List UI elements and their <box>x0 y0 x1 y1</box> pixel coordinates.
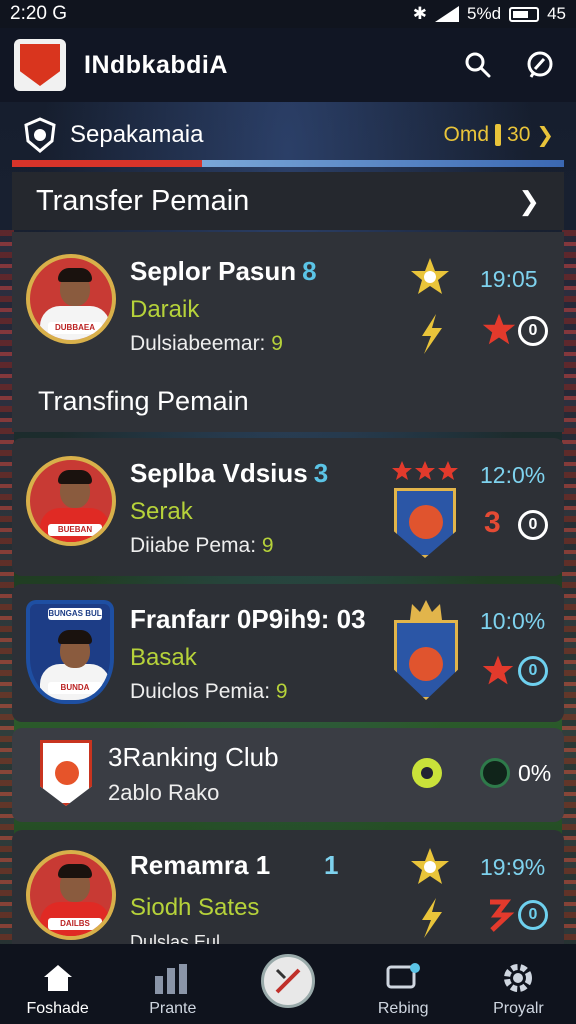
player-name: Remamra 1 <box>130 850 271 880</box>
nav-item-stats[interactable]: Prante <box>115 944 230 1024</box>
player-card[interactable]: BUNGAS BUL BUNDA Franfarr 0P9ih9: 03 Bas… <box>12 584 564 722</box>
whistle-icon <box>275 968 301 994</box>
club-crest-icon <box>394 488 456 558</box>
league-subheader[interactable]: Sepakamaia Omd 30 ❯ <box>12 110 564 160</box>
status-bar: 2:20 G ✱ 5%d 45 <box>0 0 576 28</box>
red-star-icon <box>482 313 516 345</box>
player-card[interactable]: DAILBS Remamra 1 1 Siodh Sates Dulslas E… <box>12 830 564 952</box>
nav-label: Foshade <box>26 1000 89 1017</box>
chat-button[interactable] <box>518 43 562 87</box>
nav-item-ranking[interactable]: Rebing <box>346 944 461 1024</box>
ranking-club-badge-icon <box>40 740 92 806</box>
player-number: 1 <box>324 850 339 880</box>
nav-item-center[interactable] <box>230 944 345 1024</box>
score-indicator[interactable]: 0 <box>518 316 548 346</box>
search-icon <box>465 52 491 78</box>
lightning-icon <box>422 898 442 938</box>
nav-item-home[interactable]: Foshade <box>0 944 115 1024</box>
league-name: Sepakamaia <box>70 121 204 148</box>
battery-level: 45 <box>547 4 566 23</box>
chat-icon <box>527 51 553 78</box>
player-card[interactable]: BUEBAN Seplba Vdsius 3 Serak Diiabe Pema:… <box>12 438 564 576</box>
player-avatar: DUBBAEA <box>26 254 116 344</box>
player-name: Seplor Pasun 8 <box>130 256 317 286</box>
star-badge-icon <box>411 848 449 884</box>
signal-text: 5%d <box>467 4 502 23</box>
player-meta: Diiabe Pema: 9 <box>130 534 274 557</box>
gear-icon <box>504 964 533 992</box>
player-position: Serak <box>130 498 193 525</box>
lightning-icon <box>422 314 442 354</box>
avatar-tag: BUNDA <box>48 682 102 694</box>
club-crest-icon <box>394 620 458 700</box>
ranking-title: 3Ranking Club <box>108 742 279 772</box>
score-indicator[interactable]: 0 <box>518 656 548 686</box>
ball-icon <box>412 758 442 788</box>
score-indicator[interactable]: 0 <box>518 900 548 930</box>
match-time: 19:05 <box>480 266 538 292</box>
ranking-status-icon <box>480 758 510 788</box>
ranking-subtitle: 2ablo Rako <box>108 780 220 805</box>
avatar-tag: DUBBAEA <box>48 322 102 334</box>
match-time: 10:0% <box>480 608 546 634</box>
logo-shield-icon <box>20 44 60 86</box>
app-logo[interactable] <box>14 39 66 91</box>
nav-item-profile[interactable]: Proyalr <box>461 944 576 1024</box>
chevron-right-icon: ❯ <box>536 123 554 147</box>
avatar-tag: DAILBS <box>48 918 102 930</box>
match-time: 12:0% <box>480 462 546 488</box>
league-filter-count: 30 <box>507 123 531 146</box>
score-indicator[interactable]: 0 <box>518 510 548 540</box>
ranking-value: 0% <box>518 760 552 786</box>
shield-title: BUNGAS BUL <box>48 608 102 620</box>
nav-label: Prante <box>149 1000 197 1017</box>
app-header: INdbkabdiA <box>0 28 576 102</box>
player-position: Basak <box>130 644 197 671</box>
center-action-button[interactable] <box>261 954 315 1008</box>
ranking-club-card[interactable]: 3Ranking Club 2ablo Rako 0% <box>12 728 564 822</box>
message-icon <box>386 963 421 989</box>
status-time: 2:20 G <box>10 3 68 24</box>
section-title: Transfer Pemain <box>36 184 250 217</box>
player-position: Siodh Sates <box>130 894 260 921</box>
red-star-icon <box>482 655 514 685</box>
player-meta: Duiclos Pemia: 9 <box>130 680 288 703</box>
accent-strip <box>12 160 564 167</box>
divider-icon <box>495 124 502 146</box>
player-avatar: BUNGAS BUL BUNDA <box>26 600 114 704</box>
status-icons: ✱ 5%d 45 <box>413 4 566 24</box>
stadium-background-right <box>562 230 576 950</box>
nav-label: Rebing <box>377 1000 429 1017</box>
star-badge-icon <box>411 258 449 294</box>
player-position: Daraik <box>130 296 200 323</box>
bottom-navigation: Foshade Prante Rebing Proyalr <box>0 944 576 1024</box>
app-title: INdbkabdiA <box>84 50 228 79</box>
player-number: 3 <box>313 458 329 488</box>
search-button[interactable] <box>456 43 500 87</box>
avatar-tag: BUEBAN <box>48 524 102 536</box>
player-number: 8 <box>302 256 317 286</box>
wifi-icon <box>435 6 460 22</box>
league-filter-label: Omd <box>443 123 490 146</box>
nav-label: Proyalr <box>493 1000 544 1017</box>
chart-icon <box>154 964 187 994</box>
player-meta: Dulsiabeemar: 9 <box>130 332 283 355</box>
match-time: 19:9% <box>480 854 546 880</box>
player-name: Seplba Vdsius 3 <box>130 458 329 488</box>
battery-icon <box>509 6 540 22</box>
swap-icon <box>490 899 515 932</box>
goal-count: 3 <box>484 506 501 539</box>
subsection-label: Transfing Pemain <box>38 386 249 416</box>
player-avatar: DAILBS <box>26 850 116 940</box>
player-name: Franfarr 0P9ih9: 03 <box>130 604 366 634</box>
player-avatar: BUEBAN <box>26 456 116 546</box>
chevron-right-icon: ❯ <box>518 185 540 216</box>
crown-icon <box>410 600 442 620</box>
bluetooth-icon: ✱ <box>412 4 428 23</box>
league-filter[interactable]: Omd 30 ❯ <box>444 123 554 148</box>
home-icon <box>43 965 72 991</box>
league-emblem-icon <box>24 117 56 153</box>
section-header-transfer[interactable]: Transfer Pemain ❯ <box>12 172 564 230</box>
three-stars-icon <box>392 461 458 480</box>
